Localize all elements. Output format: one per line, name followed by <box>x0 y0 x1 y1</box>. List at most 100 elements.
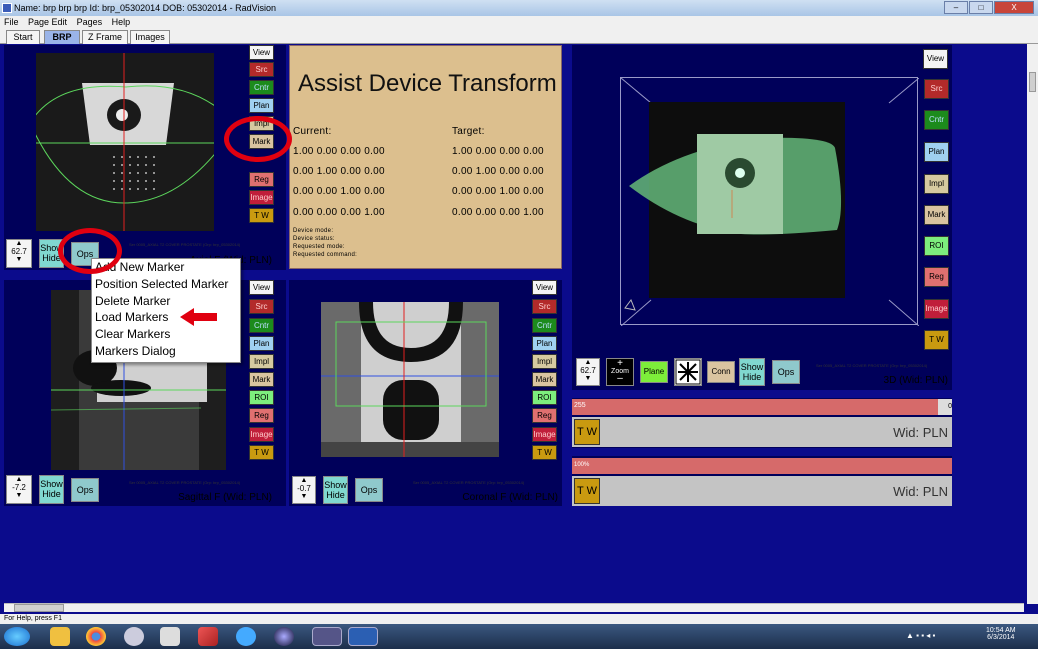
start-button-icon[interactable] <box>4 627 30 646</box>
system-tray-icons[interactable]: ▲ ▪ ▪ ◂ ▪ <box>906 631 976 643</box>
internet-explorer-icon[interactable] <box>236 627 256 646</box>
chrome-icon[interactable] <box>86 627 106 646</box>
axial-reg-button[interactable]: Reg <box>249 172 274 187</box>
vertical-scroll-thumb[interactable] <box>1029 72 1036 92</box>
window-min-value: 255 <box>574 402 586 409</box>
wl1-tw-button[interactable]: T W <box>574 419 600 445</box>
horizontal-scroll-thumb[interactable] <box>14 604 64 612</box>
cube-icon[interactable] <box>160 627 180 646</box>
wl1-wid-label: Wid: PLN <box>893 425 948 440</box>
coronal-image[interactable] <box>321 302 499 457</box>
coronal-show-hide-toggle[interactable]: Show Hide <box>323 476 348 504</box>
axial-view-button[interactable]: View <box>249 45 274 60</box>
assist-device-transform-panel: Assist Device Transform Current: Target:… <box>289 45 562 269</box>
zoom-control[interactable]: + Zoom – <box>606 358 634 386</box>
axial-tw-button[interactable]: T W <box>249 208 274 223</box>
matlab-icon[interactable] <box>198 627 218 646</box>
down-arrow-icon: ▼ <box>15 256 23 263</box>
wl2-tw-button[interactable]: T W <box>574 478 600 504</box>
close-button[interactable]: X <box>994 1 1034 14</box>
3d-plan-button[interactable]: Plan <box>924 142 949 162</box>
minimize-button[interactable]: – <box>944 1 968 14</box>
axial-image[interactable] <box>29 53 237 231</box>
sagittal-ops-button[interactable]: Ops <box>71 478 99 502</box>
coronal-tw-button[interactable]: T W <box>532 445 557 460</box>
coronal-plan-button[interactable]: Plan <box>532 336 557 351</box>
3d-series-info: Ser 0005_AXIAL T2 COVER PROSTATE (Orp: b… <box>816 363 928 368</box>
3d-show-hide-toggle[interactable]: Show Hide <box>739 358 765 386</box>
axial-image-button[interactable]: Image <box>249 190 274 205</box>
tab-images[interactable]: Images <box>130 30 170 44</box>
sphere-app-icon[interactable] <box>274 627 294 646</box>
sagittal-plan-button[interactable]: Plan <box>249 336 274 351</box>
3d-ops-button[interactable]: Ops <box>772 360 800 384</box>
sagittal-slice-value: -7.2 <box>12 483 26 492</box>
conn-button[interactable]: Conn <box>707 361 735 383</box>
sagittal-reg-button[interactable]: Reg <box>249 408 274 423</box>
vertical-scrollbar[interactable] <box>1027 44 1038 604</box>
window-level-bar-2[interactable] <box>572 458 952 474</box>
3d-slice-stepper[interactable]: ▲ 62.7 ▼ <box>576 358 600 386</box>
menu-page-edit[interactable]: Page Edit <box>28 17 67 27</box>
menu-item-position-selected-marker[interactable]: Position Selected Marker <box>92 276 240 293</box>
requested-mode: Requested mode: <box>293 244 345 250</box>
coronal-roi-button[interactable]: ROI <box>532 390 557 405</box>
3d-src-button[interactable]: Src <box>924 79 949 99</box>
sagittal-show-hide-toggle[interactable]: Show Hide <box>39 475 64 504</box>
sagittal-image-button[interactable]: Image <box>249 427 274 442</box>
menu-pages[interactable]: Pages <box>77 17 103 27</box>
sagittal-view-button[interactable]: View <box>249 280 274 295</box>
sagittal-cntr-button[interactable]: Cntr <box>249 318 274 333</box>
3d-tw-button[interactable]: T W <box>924 330 949 350</box>
status-text: For Help, press F1 <box>4 615 62 622</box>
target-row-3: 0.00 0.00 1.00 0.00 <box>452 186 544 197</box>
coronal-cntr-button[interactable]: Cntr <box>532 318 557 333</box>
3d-roi-button[interactable]: ROI <box>924 236 949 256</box>
axial-plan-button[interactable]: Plan <box>249 98 274 113</box>
maximize-button[interactable]: □ <box>969 1 993 14</box>
3d-view-button[interactable]: View <box>923 49 948 69</box>
axial-slice-stepper[interactable]: ▲ 62.7 ▼ <box>6 239 32 268</box>
axial-cntr-button[interactable]: Cntr <box>249 80 274 95</box>
window-max-value[interactable]: 0 <box>938 399 952 415</box>
sagittal-impl-button[interactable]: Impl <box>249 354 274 369</box>
sagittal-slice-stepper[interactable]: ▲ -7.2 ▼ <box>6 475 32 504</box>
menu-help[interactable]: Help <box>112 17 131 27</box>
menu-item-markers-dialog[interactable]: Markers Dialog <box>92 343 240 360</box>
coronal-slice-stepper[interactable]: ▲ -0.7 ▼ <box>292 476 316 504</box>
menu-file[interactable]: File <box>4 17 19 27</box>
coronal-reg-button[interactable]: Reg <box>532 408 557 423</box>
clock[interactable]: 10:54 AM 6/3/2014 <box>986 627 1016 641</box>
sagittal-tw-button[interactable]: T W <box>249 445 274 460</box>
coronal-view-button[interactable]: View <box>532 280 557 295</box>
file-explorer-icon[interactable] <box>50 627 70 646</box>
radvision-taskbar-icon[interactable] <box>312 627 342 646</box>
word-icon[interactable] <box>348 627 378 646</box>
coronal-mark-button[interactable]: Mark <box>532 372 557 387</box>
3d-mark-button[interactable]: Mark <box>924 205 949 225</box>
tab-start[interactable]: Start <box>6 30 40 44</box>
window-level-bar-1[interactable] <box>572 399 952 415</box>
plane-button[interactable]: Plane <box>640 361 668 383</box>
tab-z-frame[interactable]: Z Frame <box>82 30 128 44</box>
menu-item-clear-markers[interactable]: Clear Markers <box>92 326 240 343</box>
3d-cntr-button[interactable]: Cntr <box>924 110 949 130</box>
axial-src-button[interactable]: Src <box>249 62 274 77</box>
3d-impl-button[interactable]: Impl <box>924 174 949 194</box>
sagittal-mark-button[interactable]: Mark <box>249 372 274 387</box>
coronal-impl-button[interactable]: Impl <box>532 354 557 369</box>
tab-bar: Start BRP Z Frame Images <box>0 29 1038 44</box>
sagittal-roi-button[interactable]: ROI <box>249 390 274 405</box>
coronal-image-button[interactable]: Image <box>532 427 557 442</box>
horizontal-scrollbar[interactable] <box>4 603 1024 612</box>
3d-image-button[interactable]: Image <box>924 299 949 319</box>
orientation-button[interactable] <box>674 358 702 386</box>
coronal-src-button[interactable]: Src <box>532 299 557 314</box>
coronal-ops-button[interactable]: Ops <box>355 478 383 502</box>
sagittal-src-button[interactable]: Src <box>249 299 274 314</box>
globe-icon[interactable] <box>124 627 144 646</box>
3d-reg-button[interactable]: Reg <box>924 267 949 287</box>
current-row-2: 0.00 1.00 0.00 0.00 <box>293 166 385 177</box>
3d-view[interactable] <box>620 77 920 327</box>
tab-brp[interactable]: BRP <box>44 30 80 44</box>
